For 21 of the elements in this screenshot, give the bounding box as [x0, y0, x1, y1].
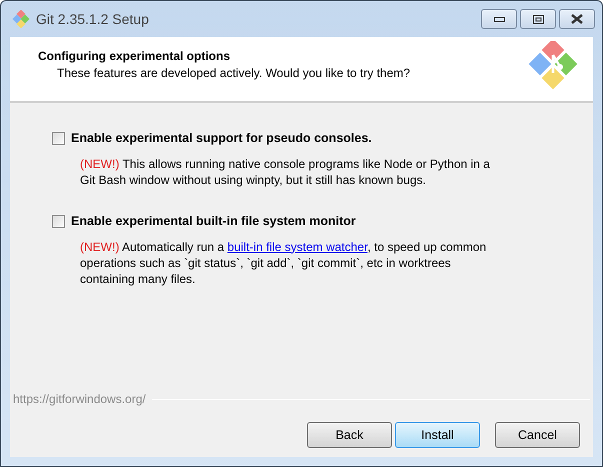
option-description: (NEW!) This allows running native console programs like Node or Python in a Git Bash window without using winpty, but it still has known bugs. — [80, 156, 491, 188]
checkbox[interactable] — [52, 214, 65, 228]
close-icon — [571, 14, 583, 24]
window-title: Git 2.35.1.2 Setup — [36, 10, 149, 29]
checkbox[interactable] — [52, 132, 65, 145]
option-label: Enable experimental built-in file system monitor — [71, 212, 356, 230]
page-title: Configuring experimental options — [38, 48, 232, 64]
option-label: Enable experimental support for pseudo consoles. — [71, 130, 372, 147]
maximize-button[interactable] — [520, 9, 556, 29]
watcher-link[interactable]: built-in file system watcher — [227, 240, 368, 254]
minimize-icon — [494, 16, 504, 22]
app-logo-icon — [12, 10, 30, 28]
dialog-button[interactable]: Back — [307, 422, 392, 448]
dialog-button[interactable]: Cancel — [495, 422, 580, 448]
dialog-button[interactable]: Install — [395, 422, 480, 448]
page-subtitle: These features are developed actively. Would you like to try them? — [56, 65, 410, 82]
website-url: https://gitforwindows.org/ — [13, 391, 146, 408]
maximize-icon — [532, 14, 544, 24]
minimize-button[interactable] — [481, 9, 517, 29]
option-description: (NEW!) Automatically run a built-in file system watcher, to speed up common operations such as `git status`, `git add`, `git commit`, etc in worktrees containing many files. — [80, 238, 488, 286]
close-button[interactable] — [559, 9, 595, 29]
